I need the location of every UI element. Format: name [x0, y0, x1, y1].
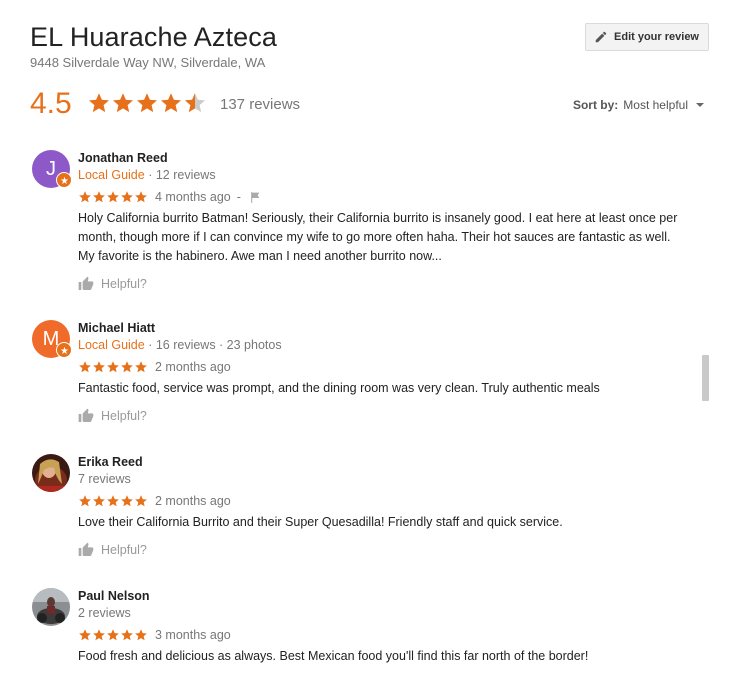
star-icon [134, 628, 148, 642]
star-icon [120, 494, 134, 508]
chevron-down-icon [696, 103, 704, 107]
star-icon [92, 360, 106, 374]
star-icon [135, 91, 159, 115]
star-icon [134, 494, 148, 508]
star-icon [134, 360, 148, 374]
local-guide-label: Local Guide [78, 338, 145, 352]
thumbs-up-icon [78, 542, 94, 556]
place-header: EL Huarache Azteca 9448 Silverdale Way N… [30, 20, 720, 70]
pencil-icon [595, 31, 607, 43]
thumbs-up-icon [78, 276, 94, 290]
sort-dropdown[interactable]: Sort by: Most helpful [573, 98, 704, 112]
avatar-letter: J [46, 157, 56, 180]
star-icon [106, 360, 120, 374]
star-icon [78, 494, 92, 508]
helpful-label: Helpful? [101, 277, 147, 291]
star-icon [78, 628, 92, 642]
local-guide-label: Local Guide [78, 168, 145, 182]
edit-review-label: Edit your review [614, 31, 699, 43]
review-rating-row: 4 months ago - [78, 187, 678, 207]
star-icon [106, 494, 120, 508]
star-icon [78, 190, 92, 204]
star-icon [134, 190, 148, 204]
review-text: Holy California burrito Batman! Seriousl… [78, 211, 678, 263]
reviewer-meta: Local Guide · 12 reviews [78, 166, 678, 184]
review-text: Fantastic food, service was prompt, and … [78, 381, 600, 395]
thumbs-up-icon [78, 408, 94, 422]
review-rating-row: 2 months ago [78, 357, 678, 377]
star-icon [120, 360, 134, 374]
sort-label: Sort by: [572, 98, 619, 112]
star-icon [92, 628, 106, 642]
review-body: Jonathan Reed Local Guide · 12 reviews 4… [78, 150, 678, 292]
review-body: Erika Reed 7 reviews 2 months ago Love t… [78, 454, 678, 558]
star-icon [159, 91, 183, 115]
flag-icon[interactable] [249, 191, 262, 204]
review-date: 2 months ago [155, 494, 231, 508]
reviewer-stats: 7 reviews [78, 472, 131, 486]
review-body: Michael Hiatt Local Guide · 16 reviews ·… [78, 320, 678, 424]
profile-photo [32, 454, 70, 492]
average-stars [87, 91, 207, 115]
star-icon [120, 190, 134, 204]
review-date: 2 months ago [155, 360, 231, 374]
review-rating-row: 3 months ago [78, 625, 678, 645]
place-address: 9448 Silverdale Way NW, Silverdale, WA [30, 55, 266, 70]
reviewer-name[interactable]: Jonathan Reed [78, 150, 678, 166]
average-rating: 4.5 [30, 87, 72, 120]
star-icon [106, 628, 120, 642]
half-star-icon [183, 91, 207, 115]
local-guide-badge-icon [56, 172, 72, 188]
star-icon [111, 91, 135, 115]
review-stars [78, 628, 148, 642]
edit-review-button[interactable]: Edit your review [585, 23, 709, 51]
profile-photo [32, 588, 70, 626]
helpful-label: Helpful? [101, 409, 147, 423]
scrollbar-thumb[interactable] [702, 355, 709, 401]
star-icon [87, 91, 111, 115]
review-stars [78, 360, 148, 374]
review-date: 4 months ago [155, 190, 231, 204]
review-stars [78, 190, 148, 204]
reviewer-stats: · 16 reviews · 23 photos [144, 338, 282, 352]
sort-value: Most helpful [623, 98, 688, 112]
star-icon [106, 190, 120, 204]
star-icon [78, 360, 92, 374]
avatar[interactable] [32, 454, 70, 492]
star-icon [92, 190, 106, 204]
reviewer-name[interactable]: Michael Hiatt [78, 320, 678, 336]
avatar[interactable] [32, 588, 70, 626]
reviewer-name[interactable]: Paul Nelson [78, 588, 678, 604]
reviewer-stats: 2 reviews [78, 606, 131, 620]
date-separator: - [236, 190, 241, 204]
rating-summary: 4.5 137 reviews Sort by: Most helpful [30, 86, 710, 122]
star-icon [120, 628, 134, 642]
helpful-label: Helpful? [101, 543, 147, 557]
review-text: Food fresh and delicious as always. Best… [78, 649, 589, 663]
helpful-button[interactable]: Helpful? [78, 408, 678, 424]
star-icon [92, 494, 106, 508]
reviewer-stats: · 12 reviews [144, 168, 216, 182]
helpful-button[interactable]: Helpful? [78, 276, 678, 292]
review-text: Love their California Burrito and their … [78, 515, 563, 529]
review-count[interactable]: 137 reviews [220, 96, 300, 113]
reviewer-name[interactable]: Erika Reed [78, 454, 678, 470]
review-stars [78, 494, 148, 508]
review-date: 3 months ago [155, 628, 231, 642]
review-rating-row: 2 months ago [78, 491, 678, 511]
reviewer-meta: Local Guide · 16 reviews · 23 photos [78, 336, 678, 354]
local-guide-badge-icon [56, 342, 72, 358]
review-body: Paul Nelson 2 reviews 3 months ago Food … [78, 588, 678, 666]
helpful-button[interactable]: Helpful? [78, 542, 678, 558]
